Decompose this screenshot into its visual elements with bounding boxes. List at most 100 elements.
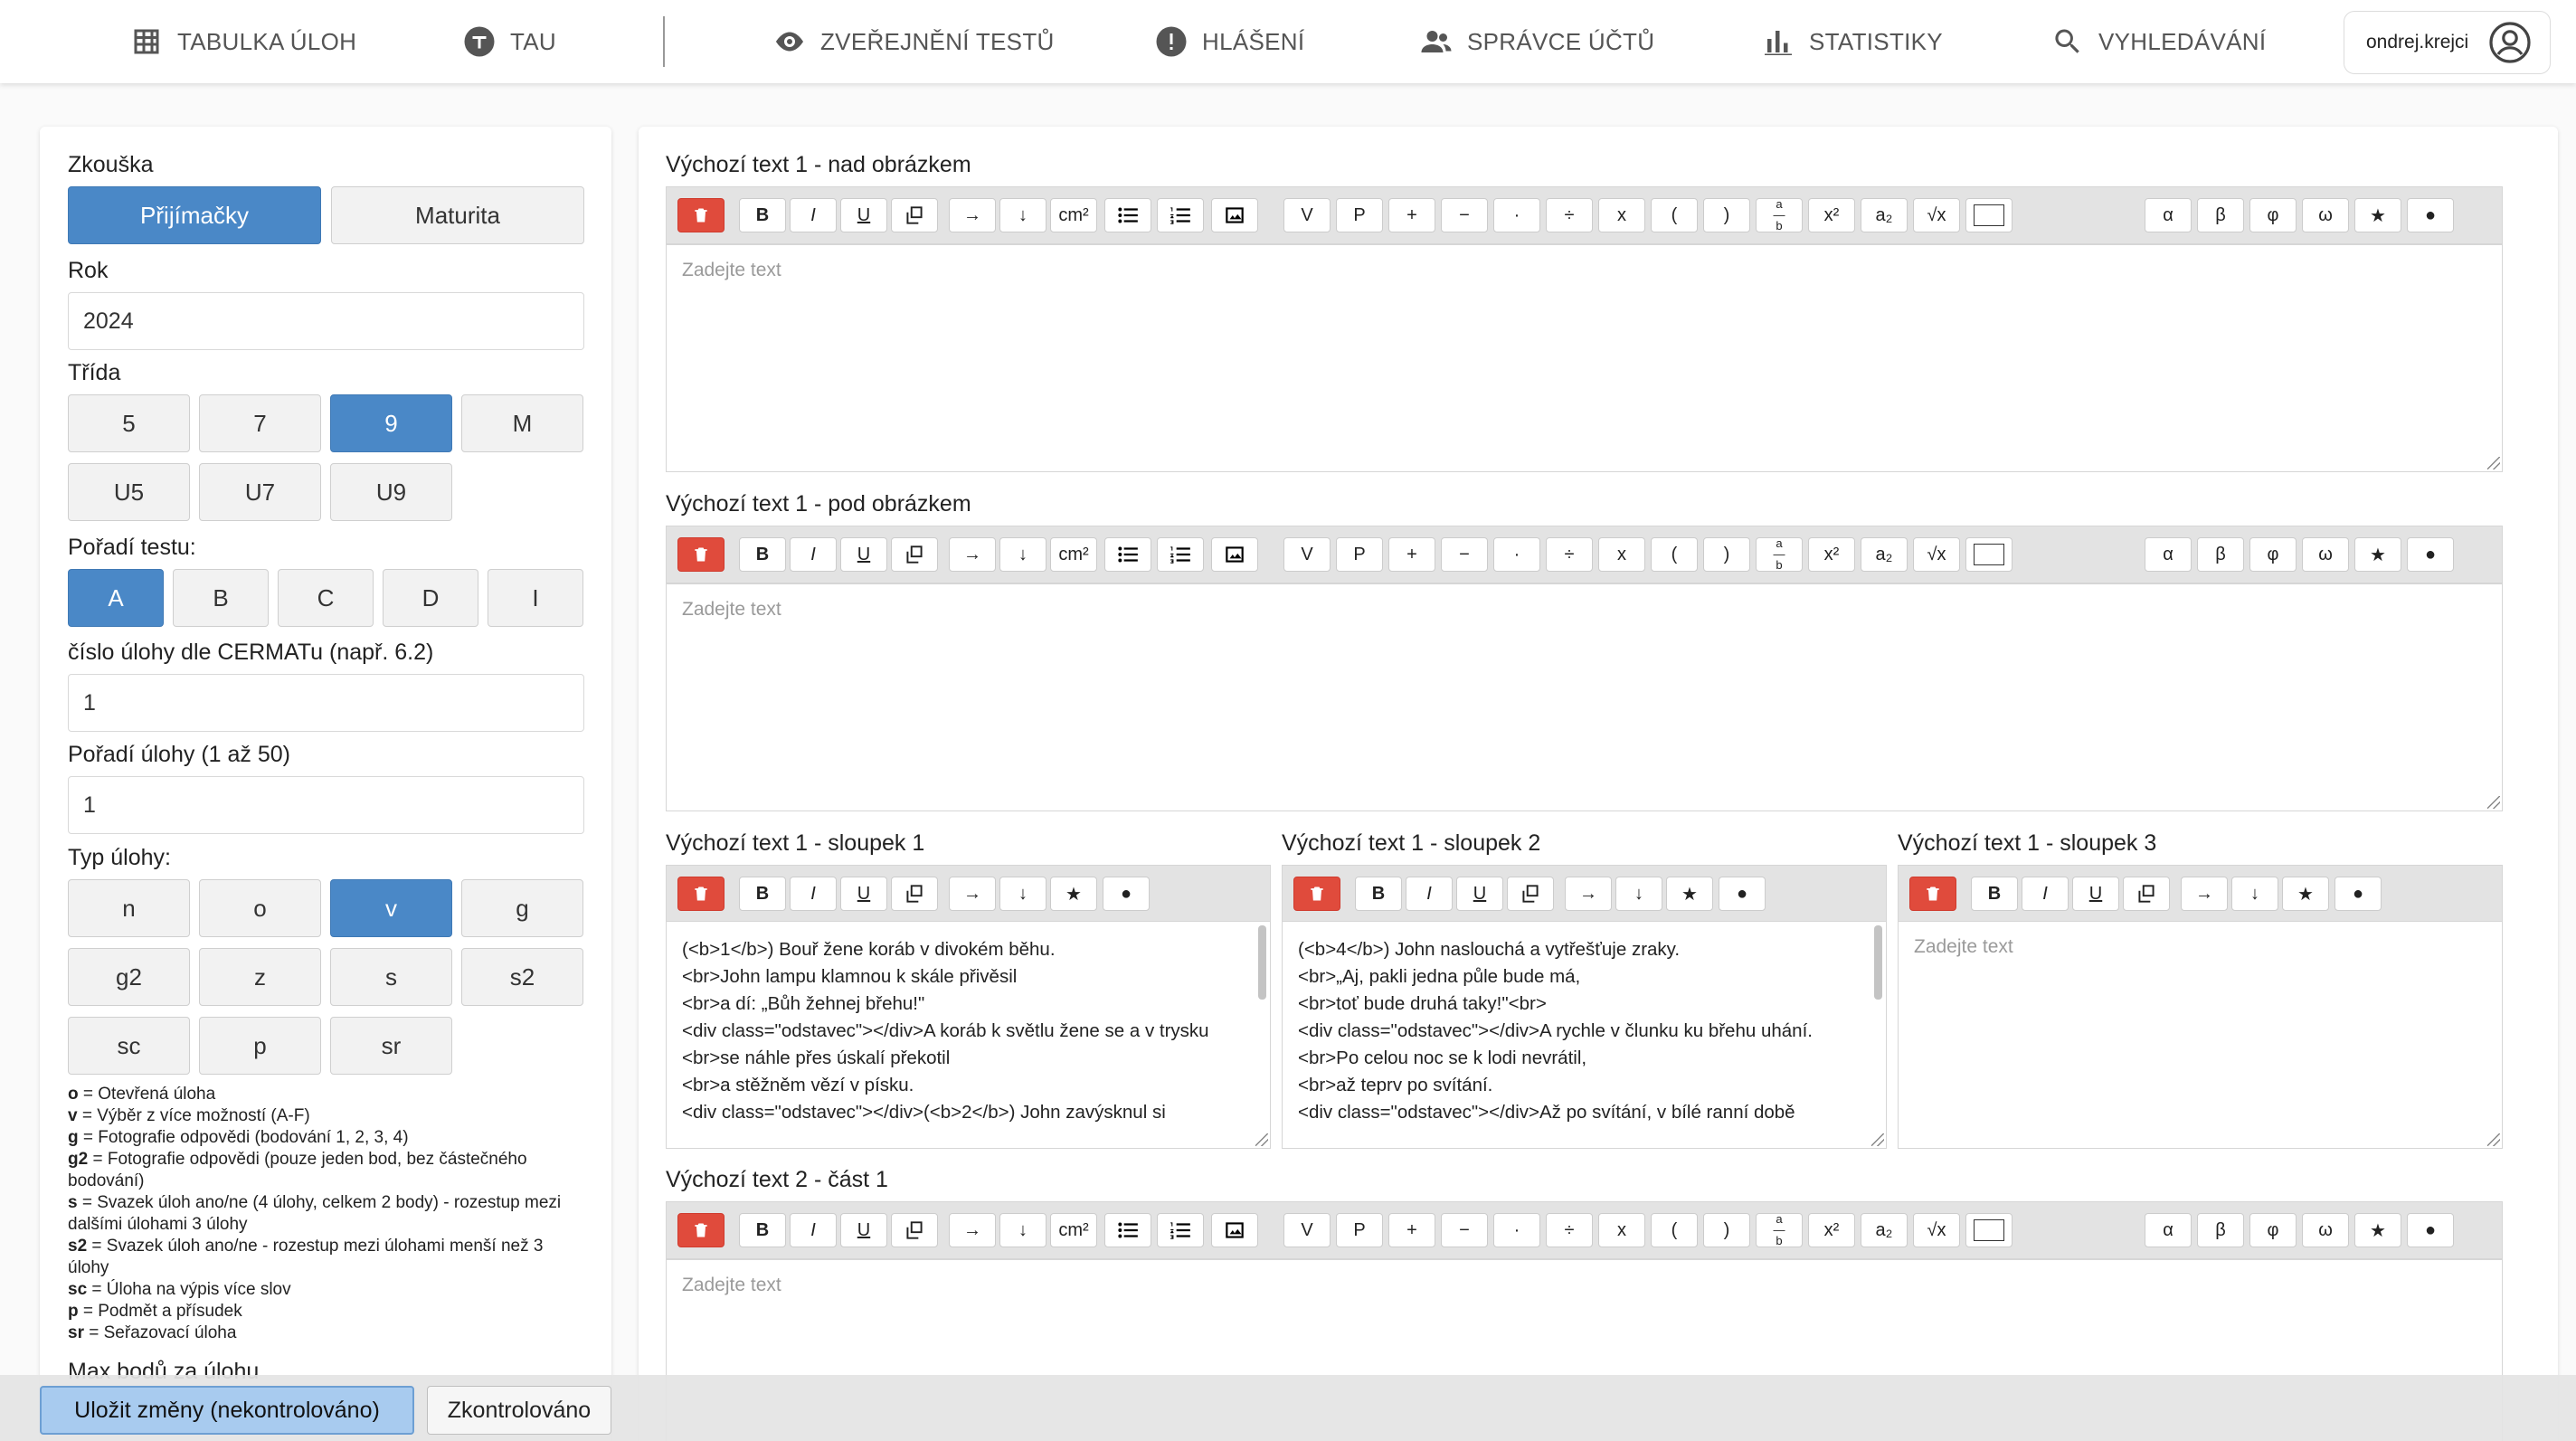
- format-button[interactable]: ↓: [999, 1213, 1046, 1247]
- typ-option-p[interactable]: p: [199, 1017, 321, 1075]
- format-button[interactable]: ★: [2354, 1213, 2401, 1247]
- resize-handle[interactable]: [2487, 457, 2500, 469]
- image-button[interactable]: [1211, 1213, 1258, 1247]
- typ-option-sc[interactable]: sc: [68, 1017, 190, 1075]
- format-button[interactable]: B: [739, 1213, 786, 1247]
- typ-option-sr[interactable]: sr: [330, 1017, 452, 1075]
- nav-item-zverejneni-testu[interactable]: ZVEŘEJNĚNÍ TESTŮ: [773, 0, 1055, 83]
- format-button[interactable]: −: [1441, 198, 1488, 232]
- numbered-list-button[interactable]: [1157, 537, 1204, 572]
- nav-item-hlaseni[interactable]: HLÁŠENÍ: [1155, 0, 1304, 83]
- nav-item-statistiky[interactable]: STATISTIKY: [1762, 0, 1943, 83]
- box-button[interactable]: [1965, 198, 2012, 232]
- format-button[interactable]: ω: [2302, 1213, 2349, 1247]
- format-button[interactable]: ω: [2302, 537, 2349, 572]
- format-button[interactable]: ↓: [999, 537, 1046, 572]
- image-button[interactable]: [1211, 537, 1258, 572]
- format-button[interactable]: ω: [2302, 198, 2349, 232]
- delete-button[interactable]: [677, 198, 724, 232]
- format-button[interactable]: B: [739, 198, 786, 232]
- trida-option-7[interactable]: 7: [199, 394, 321, 452]
- format-button[interactable]: U: [840, 877, 887, 911]
- format-button[interactable]: x²: [1808, 1213, 1855, 1247]
- format-button[interactable]: I: [790, 198, 837, 232]
- format-button[interactable]: I: [790, 1213, 837, 1247]
- format-button[interactable]: U: [1456, 877, 1503, 911]
- format-button[interactable]: U: [840, 537, 887, 572]
- format-button[interactable]: ●: [2407, 537, 2454, 572]
- format-button[interactable]: U: [2072, 877, 2119, 911]
- format-button[interactable]: (: [1651, 537, 1698, 572]
- resize-handle[interactable]: [2487, 1133, 2500, 1146]
- cislo-ulohy-input[interactable]: 1: [68, 674, 584, 732]
- typ-option-n[interactable]: n: [68, 879, 190, 937]
- scrollbar[interactable]: [1874, 925, 1882, 1000]
- format-button[interactable]: φ: [2249, 537, 2297, 572]
- format-button[interactable]: ★: [2282, 877, 2329, 911]
- format-button[interactable]: ÷: [1546, 198, 1593, 232]
- format-button[interactable]: ●: [2334, 877, 2382, 911]
- zkouska-option-prijimacky[interactable]: Přijímačky: [68, 186, 321, 244]
- typ-option-g[interactable]: g: [461, 879, 583, 937]
- format-button[interactable]: ●: [2407, 1213, 2454, 1247]
- format-button[interactable]: +: [1388, 1213, 1435, 1247]
- box-button[interactable]: [1965, 537, 2012, 572]
- format-button[interactable]: φ: [2249, 1213, 2297, 1247]
- format-button[interactable]: I: [1406, 877, 1453, 911]
- bullet-list-button[interactable]: [1104, 198, 1151, 232]
- format-button[interactable]: B: [1971, 877, 2018, 911]
- format-button[interactable]: +: [1388, 198, 1435, 232]
- format-button[interactable]: √x: [1913, 537, 1960, 572]
- poradi-testu-option-a[interactable]: A: [68, 569, 164, 627]
- format-button[interactable]: I: [790, 877, 837, 911]
- save-changes-button[interactable]: Uložit změny (nekontrolováno): [40, 1386, 414, 1435]
- format-button[interactable]: U: [840, 1213, 887, 1247]
- scrollbar[interactable]: [1258, 925, 1266, 1000]
- poradi-testu-option-c[interactable]: C: [278, 569, 374, 627]
- bullet-list-button[interactable]: [1104, 537, 1151, 572]
- copy-button[interactable]: [1507, 877, 1554, 911]
- nav-item-tabulka-uloh[interactable]: TABULKA ÚLOH: [130, 0, 356, 83]
- rok-input[interactable]: 2024: [68, 292, 584, 350]
- format-button[interactable]: P: [1336, 537, 1383, 572]
- mark-checked-button[interactable]: Zkontrolováno: [427, 1386, 611, 1435]
- format-button[interactable]: α: [2145, 1213, 2192, 1247]
- resize-handle[interactable]: [2487, 796, 2500, 809]
- format-button[interactable]: →: [949, 198, 996, 232]
- format-button[interactable]: ●: [1719, 877, 1766, 911]
- format-button[interactable]: ·: [1493, 198, 1540, 232]
- format-button[interactable]: B: [1355, 877, 1402, 911]
- format-button[interactable]: a₂: [1861, 537, 1908, 572]
- format-button[interactable]: ★: [2354, 537, 2401, 572]
- box-button[interactable]: [1965, 1213, 2012, 1247]
- format-button[interactable]: x: [1598, 1213, 1645, 1247]
- format-button[interactable]: ÷: [1546, 537, 1593, 572]
- format-button[interactable]: ↓: [1615, 877, 1662, 911]
- fraction-button[interactable]: a — b: [1756, 537, 1803, 572]
- poradi-ulohy-input[interactable]: 1: [68, 776, 584, 834]
- format-button[interactable]: α: [2145, 198, 2192, 232]
- numbered-list-button[interactable]: [1157, 198, 1204, 232]
- format-button[interactable]: →: [1565, 877, 1612, 911]
- trida-option-u9[interactable]: U9: [330, 463, 452, 521]
- format-button[interactable]: cm²: [1050, 537, 1097, 572]
- poradi-testu-option-i[interactable]: I: [488, 569, 583, 627]
- format-button[interactable]: ·: [1493, 1213, 1540, 1247]
- format-button[interactable]: U: [840, 198, 887, 232]
- format-button[interactable]: β: [2197, 1213, 2244, 1247]
- typ-option-v[interactable]: v: [330, 879, 452, 937]
- format-button[interactable]: √x: [1913, 198, 1960, 232]
- format-button[interactable]: B: [739, 537, 786, 572]
- format-button[interactable]: ): [1703, 198, 1750, 232]
- format-button[interactable]: ★: [1050, 877, 1097, 911]
- format-button[interactable]: P: [1336, 198, 1383, 232]
- copy-button[interactable]: [891, 1213, 938, 1247]
- format-button[interactable]: x: [1598, 198, 1645, 232]
- copy-button[interactable]: [2123, 877, 2170, 911]
- format-button[interactable]: P: [1336, 1213, 1383, 1247]
- copy-button[interactable]: [891, 877, 938, 911]
- format-button[interactable]: V: [1283, 537, 1331, 572]
- user-menu-button[interactable]: ondrej.krejci: [2344, 11, 2551, 74]
- format-button[interactable]: β: [2197, 198, 2244, 232]
- delete-button[interactable]: [677, 1213, 724, 1247]
